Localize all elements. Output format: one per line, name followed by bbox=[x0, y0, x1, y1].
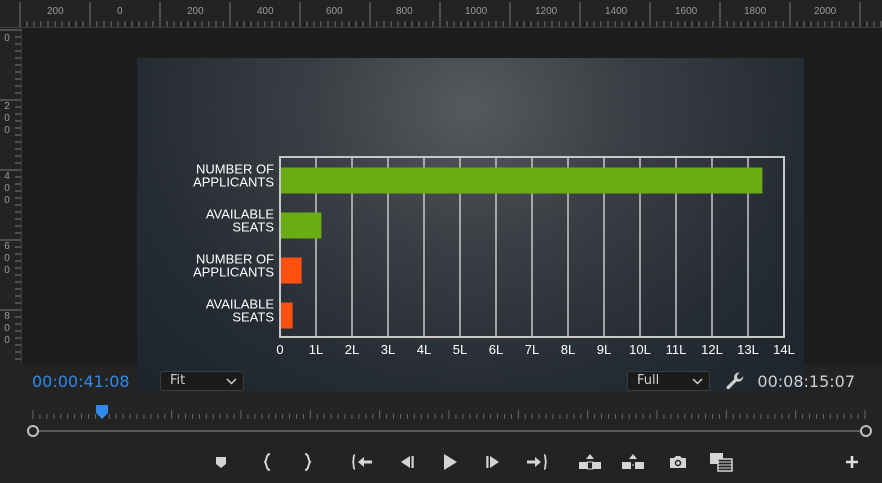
wrench-icon bbox=[726, 372, 744, 390]
chart-category-label: APPLICANTS bbox=[193, 175, 274, 190]
chart-tick-label: 5L bbox=[453, 342, 467, 357]
ruler-label: 1200 bbox=[535, 6, 558, 17]
ruler-label: 800 bbox=[396, 6, 413, 17]
time-ruler-scrubber[interactable] bbox=[25, 402, 873, 442]
plus-icon bbox=[846, 456, 858, 468]
ruler-label: 400 bbox=[257, 6, 274, 17]
add-button[interactable] bbox=[840, 451, 864, 473]
chart-tick-label: 8L bbox=[561, 342, 575, 357]
video-frame[interactable]: NUMBER OF APPLICANTS AVAILABLE SEATS NUMBER … bbox=[137, 58, 804, 392]
chart-category-label: APPLICANTS bbox=[193, 265, 274, 280]
chevron-down-icon bbox=[226, 378, 237, 385]
mark-in-button[interactable] bbox=[256, 451, 280, 473]
play-icon bbox=[444, 454, 457, 470]
step-forward-button[interactable] bbox=[482, 451, 506, 473]
mark-out-button[interactable] bbox=[295, 451, 319, 473]
lift-icon bbox=[579, 454, 601, 470]
scrubber-graphics bbox=[27, 405, 872, 437]
chart-category-labels: NUMBER OFAPPLICANTSAVAILABLESEATSNUMBER … bbox=[193, 162, 274, 325]
scrubber-ticks bbox=[32, 410, 866, 419]
go-to-out-button[interactable] bbox=[524, 451, 548, 473]
chevron-down-icon bbox=[692, 378, 703, 385]
chart-tick-label: 3L bbox=[381, 342, 395, 357]
chart-bar bbox=[281, 257, 302, 284]
add-marker-button[interactable] bbox=[209, 451, 233, 473]
step-forward-icon bbox=[486, 456, 499, 468]
playback-resolution-dropdown[interactable]: Full bbox=[627, 371, 710, 391]
comparison-view-button[interactable] bbox=[709, 451, 733, 473]
bar-chart: NUMBER OFAPPLICANTSAVAILABLESEATSNUMBER … bbox=[193, 156, 795, 357]
go-to-in-icon bbox=[352, 454, 372, 470]
ruler-label: 200 bbox=[187, 6, 204, 17]
mark-in-icon bbox=[263, 453, 271, 471]
program-monitor-canvas[interactable]: NUMBER OF APPLICANTS AVAILABLE SEATS NUMBER … bbox=[22, 28, 882, 392]
chart-tick-label: 11L bbox=[666, 342, 687, 357]
ruler-label: 6 0 0 bbox=[4, 241, 10, 276]
zoom-bar-left-handle[interactable] bbox=[27, 425, 39, 437]
ruler-label: 0 bbox=[4, 33, 10, 44]
ruler-label: 8 0 0 bbox=[4, 311, 10, 346]
zoom-level-dropdown[interactable]: Fit bbox=[160, 371, 244, 391]
extract-icon bbox=[622, 454, 644, 469]
zoom-bar-right-handle[interactable] bbox=[860, 425, 872, 437]
chart-tick-label: 7L bbox=[525, 342, 539, 357]
ruler-label: 1000 bbox=[465, 6, 488, 17]
zoom-level-value: Fit bbox=[170, 373, 186, 388]
lift-button[interactable] bbox=[578, 451, 602, 473]
ruler-label: 1400 bbox=[605, 6, 628, 17]
ruler-label: 600 bbox=[326, 6, 343, 17]
step-back-button[interactable] bbox=[394, 451, 418, 473]
chart-tick-label: 14L bbox=[773, 342, 795, 357]
marker-icon bbox=[216, 457, 226, 468]
chart-tick-label: 6L bbox=[489, 342, 503, 357]
play-button[interactable] bbox=[438, 451, 462, 473]
playhead-marker[interactable] bbox=[96, 405, 109, 419]
chart-bar bbox=[281, 167, 763, 194]
ruler-label: 4 0 0 bbox=[4, 171, 10, 206]
chart-bar bbox=[281, 302, 293, 329]
chart-tick-label: 10L bbox=[629, 342, 651, 357]
ruler-label: 2 0 0 bbox=[4, 101, 10, 136]
current-timecode[interactable]: 00:00:41:08 bbox=[32, 372, 130, 391]
extract-button[interactable] bbox=[621, 451, 645, 473]
ruler-label: 1600 bbox=[675, 6, 698, 17]
export-frame-button[interactable] bbox=[666, 451, 690, 473]
chart-tick-label: 1L bbox=[309, 342, 323, 357]
chart-category-label: SEATS bbox=[232, 220, 274, 235]
go-to-out-icon bbox=[527, 454, 547, 470]
ruler-label: 2000 bbox=[814, 6, 837, 17]
chart-tick-label: 4L bbox=[417, 342, 431, 357]
chart-bars bbox=[281, 167, 763, 329]
chart-tick-label: 2L bbox=[345, 342, 359, 357]
ruler-label: 1800 bbox=[744, 6, 767, 17]
horizontal-ruler: 200 0 200 400 600 800 1000 1200 1400 160… bbox=[0, 0, 882, 28]
chart-bar bbox=[281, 212, 322, 239]
duration-timecode: 00:08:15:07 bbox=[757, 372, 855, 391]
ruler-label: 200 bbox=[47, 6, 64, 17]
settings-wrench-button[interactable] bbox=[724, 370, 746, 392]
chart-category-label: SEATS bbox=[232, 310, 274, 325]
chart-tick-label: 12L bbox=[701, 342, 723, 357]
chart-tick-label: 9L bbox=[597, 342, 611, 357]
chart-tick-label: 0 bbox=[276, 342, 283, 357]
comparison-view-icon bbox=[710, 453, 733, 472]
mark-out-icon bbox=[304, 453, 312, 471]
ruler-label: 0 bbox=[117, 6, 123, 17]
chart-tick-label: 13L bbox=[737, 342, 759, 357]
chart-tick-labels: 0 1L 2L 3L 4L 5L 6L 7L 8L 9L 10L 11L 12L 13L 14L bbox=[276, 342, 794, 357]
step-back-icon bbox=[401, 456, 414, 468]
camera-icon bbox=[670, 456, 686, 468]
go-to-in-button[interactable] bbox=[351, 451, 375, 473]
vertical-ruler: 0 2 0 0 4 0 0 6 0 0 8 0 0 bbox=[0, 28, 22, 365]
playback-resolution-value: Full bbox=[637, 373, 660, 388]
